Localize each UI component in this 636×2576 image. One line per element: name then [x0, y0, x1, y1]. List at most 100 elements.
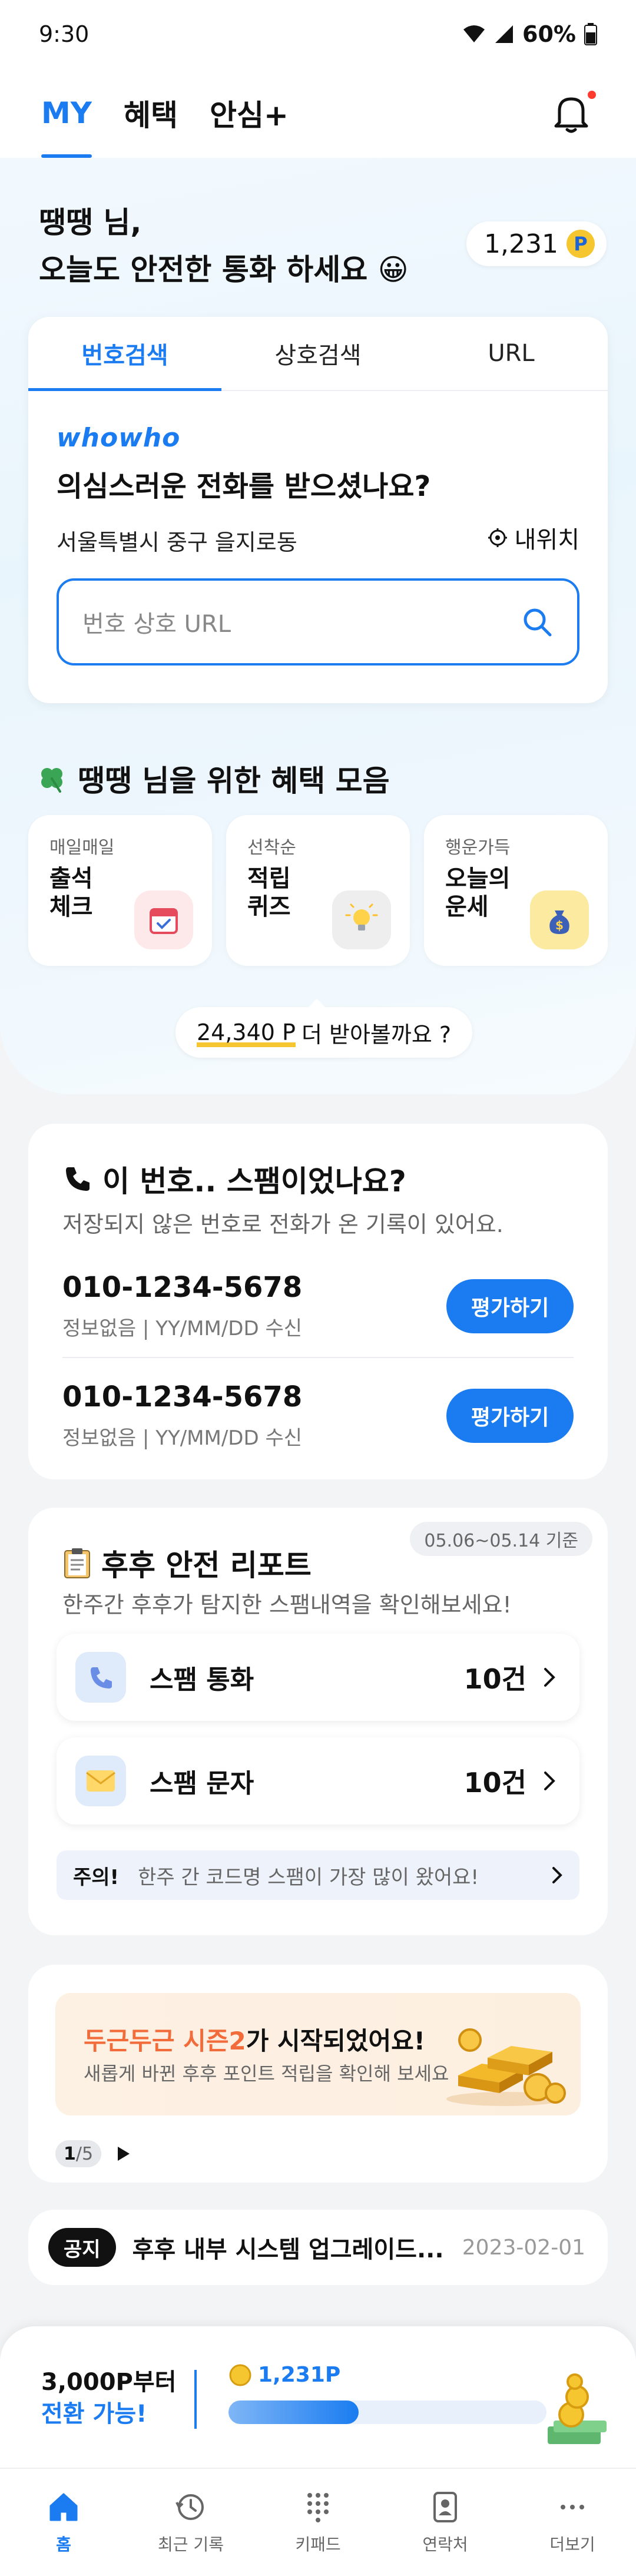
tab-my[interactable]: MY [41, 68, 92, 158]
tab-business-search[interactable]: 상호검색 [221, 317, 415, 390]
nav-home[interactable]: 홈 [0, 2469, 127, 2576]
convert-progress-bar [228, 2400, 546, 2424]
nav-label: 홈 [56, 2535, 71, 2554]
nav-keypad[interactable]: 키패드 [254, 2469, 382, 2576]
search-input[interactable]: 번호 상호 URL [57, 578, 579, 665]
benefit-name-line1: 오늘의 [445, 865, 511, 892]
spam-number-row: 010-1234-5678 정보없음 | YY/MM/DD 수신 평가하기 [62, 1247, 574, 1357]
notice-bar[interactable]: 공지 후후 내부 시스템 업그레이드... 2023-02-01 [28, 2210, 608, 2285]
greeting: 땡땡 님, 오늘도 안전한 통화 하세요 😀 [39, 199, 409, 293]
safety-report-card: 05.06~05.14 기준 후후 안전 리포트 한주간 후후가 탐지한 스팸내… [28, 1508, 608, 1935]
benefit-card-quiz[interactable]: 선착순 적립 퀴즈 [226, 815, 410, 966]
nav-contacts[interactable]: 연락처 [382, 2469, 509, 2576]
more-points-text: 더 받아볼까요 ? [301, 1021, 452, 1048]
warning-label: 주의! [73, 1865, 120, 1889]
current-location: 서울특별시 중구 을지로동 [57, 529, 297, 555]
notice-text: 후후 내부 시스템 업그레이드... [132, 2236, 444, 2263]
chevron-right-icon [544, 1668, 555, 1687]
play-icon[interactable] [114, 2144, 132, 2163]
spam-check-title-text: 이 번호.. 스팸이었나요? [102, 1164, 406, 1198]
wifi-icon [463, 25, 485, 42]
spam-number-row: 010-1234-5678 정보없음 | YY/MM/DD 수신 평가하기 [62, 1357, 574, 1466]
rate-button[interactable]: 평가하기 [446, 1279, 574, 1333]
money-stack-icon [548, 2373, 607, 2444]
battery-text: 60% [522, 21, 576, 47]
search-placeholder: 번호 상호 URL [82, 611, 231, 638]
benefit-card-fortune[interactable]: 행운가득 오늘의 운세 $ [424, 815, 608, 966]
spam-check-title: 이 번호.. 스팸이었나요? [62, 1158, 406, 1200]
spam-check-card: 이 번호.. 스팸이었나요? 저장되지 않은 번호로 전화가 온 기록이 있어요… [28, 1124, 608, 1479]
points-pill[interactable]: 1,231 P [466, 221, 607, 266]
benefits-title-text: 땡땡 님을 위한 혜택 모음 [78, 764, 390, 798]
location-target-icon [488, 528, 507, 547]
divider [194, 2370, 197, 2429]
report-subtitle: 한주간 후후가 탐지한 스팸내역을 확인해보세요! [62, 1592, 512, 1618]
svg-text:$: $ [555, 918, 564, 932]
tab-safety-plus[interactable]: 안심+ [210, 68, 289, 158]
convert-points: 1,231P [228, 2363, 340, 2387]
nav-recent[interactable]: 최근 기록 [127, 2469, 254, 2576]
report-warning[interactable]: 주의! 한주 간 코드명 스팸이 가장 많이 왔어요! [57, 1850, 579, 1900]
banner-title-highlight: 두근두근 시즌2 [84, 2027, 246, 2055]
report-row-spam-messages[interactable]: 스팸 문자 10건 [57, 1737, 579, 1825]
envelope-icon [75, 1756, 126, 1806]
report-date-range: 05.06~05.14 기준 [410, 1522, 592, 1556]
benefit-name-line1: 적립 [247, 865, 291, 892]
tab-url-search[interactable]: URL [415, 317, 608, 390]
notice-date: 2023-02-01 [462, 2235, 585, 2260]
my-location-label: 내위치 [514, 527, 579, 554]
banner-subtitle: 새롭게 바뀐 후후 포인트 적립을 확인해 보세요 [84, 2062, 449, 2085]
keypad-icon [307, 2493, 329, 2522]
convert-progress-fill [228, 2400, 359, 2424]
banner-title-rest: 가 시작되었어요! [246, 2027, 425, 2055]
banner-title: 두근두근 시즌2가 시작되었어요! [84, 2021, 425, 2057]
battery-icon [584, 23, 597, 45]
my-location-button[interactable]: 내위치 [488, 521, 579, 555]
banner-pager: 1/5 [55, 2140, 132, 2167]
search-icon[interactable] [521, 605, 554, 638]
report-row-label: 스팸 통화 [150, 1665, 254, 1695]
phone-icon [75, 1652, 126, 1703]
chevron-right-icon [552, 1867, 562, 1883]
money-bag-icon: $ [530, 890, 589, 949]
more-points-button[interactable]: 24,340 P 더 받아볼까요 ? [175, 999, 473, 1058]
contacts-icon [433, 2492, 457, 2522]
page-current: 1 [64, 2143, 76, 2164]
benefit-cards: 매일매일 출석 체크 선착순 적립 퀴즈 행운가득 오늘의 운세 $ [28, 815, 608, 966]
coin-icon [229, 2364, 251, 2386]
tab-benefits[interactable]: 혜택 [124, 68, 178, 158]
benefit-name-line1: 출석 [49, 865, 93, 892]
home-icon [49, 2493, 78, 2521]
tab-number-search[interactable]: 번호검색 [28, 317, 221, 391]
gold-bars-icon [446, 2028, 566, 2106]
promo-banner[interactable]: 두근두근 시즌2가 시작되었어요! 새롭게 바뀐 후후 포인트 적립을 확인해 … [55, 1993, 581, 2115]
banner-card: 두근두근 시즌2가 시작되었어요! 새롭게 바뀐 후후 포인트 적립을 확인해 … [28, 1965, 608, 2183]
status-bar: 9:30 60% [0, 0, 636, 68]
greeting-line1: 땡땡 님, [39, 206, 142, 240]
status-indicators: 60% [462, 21, 597, 47]
status-time: 9:30 [39, 21, 90, 47]
nav-label: 연락처 [422, 2535, 468, 2554]
clover-icon [41, 768, 62, 793]
bottom-nav: 홈 최근 기록 키패드 연락처 더보기 [0, 2468, 636, 2576]
convert-line2: 전환 가능! [41, 2400, 147, 2428]
calendar-icon [134, 890, 193, 949]
whowho-logo: whowho [57, 423, 181, 453]
rate-button[interactable]: 평가하기 [446, 1389, 574, 1443]
points-value: 1,231 [484, 229, 558, 259]
points-convert-panel[interactable]: 3,000P부터 전환 가능! 1,231P [0, 2326, 636, 2468]
benefit-card-attendance[interactable]: 매일매일 출석 체크 [28, 815, 212, 966]
notification-button[interactable] [548, 90, 596, 137]
hero-section: 땡땡 님, 오늘도 안전한 통화 하세요 😀 1,231 P 번호검색 상호검색… [0, 158, 636, 1094]
convert-points-value: 1,231P [258, 2363, 341, 2387]
more-points-amount: 24,340 P [197, 1019, 296, 1045]
signal-icon [495, 25, 514, 43]
search-tabs: 번호검색 상호검색 URL [28, 317, 608, 391]
phone-number: 010-1234-5678 [62, 1271, 303, 1304]
nav-more[interactable]: 더보기 [509, 2469, 636, 2576]
phone-number: 010-1234-5678 [62, 1380, 303, 1413]
lightbulb-icon [332, 890, 391, 949]
nav-label: 더보기 [549, 2535, 595, 2554]
report-row-spam-calls[interactable]: 스팸 통화 10건 [57, 1634, 579, 1721]
number-meta: 정보없음 | YY/MM/DD 수신 [62, 1317, 303, 1340]
